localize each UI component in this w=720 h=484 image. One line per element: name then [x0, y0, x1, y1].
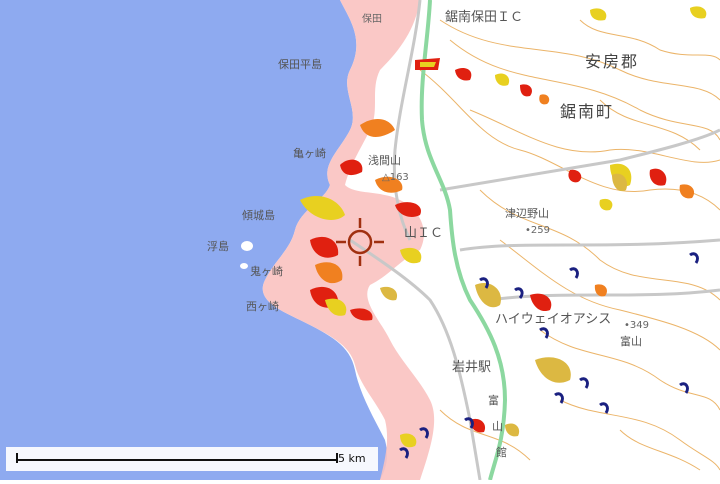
scale-tick-left: [16, 453, 18, 463]
crosshair-target-icon: [336, 218, 384, 266]
scale-bar: 5 km: [6, 447, 378, 471]
scale-line: [16, 459, 338, 461]
scale-label: 5 km: [338, 452, 366, 465]
island-ukishima: [241, 241, 253, 251]
hazard-map[interactable]: 保田 鋸南保田ＩＣ 安房郡 鋸南町 保田平島 亀ヶ崎 浅間山 △163 傾城島 …: [0, 0, 720, 481]
island-small: [240, 263, 248, 269]
